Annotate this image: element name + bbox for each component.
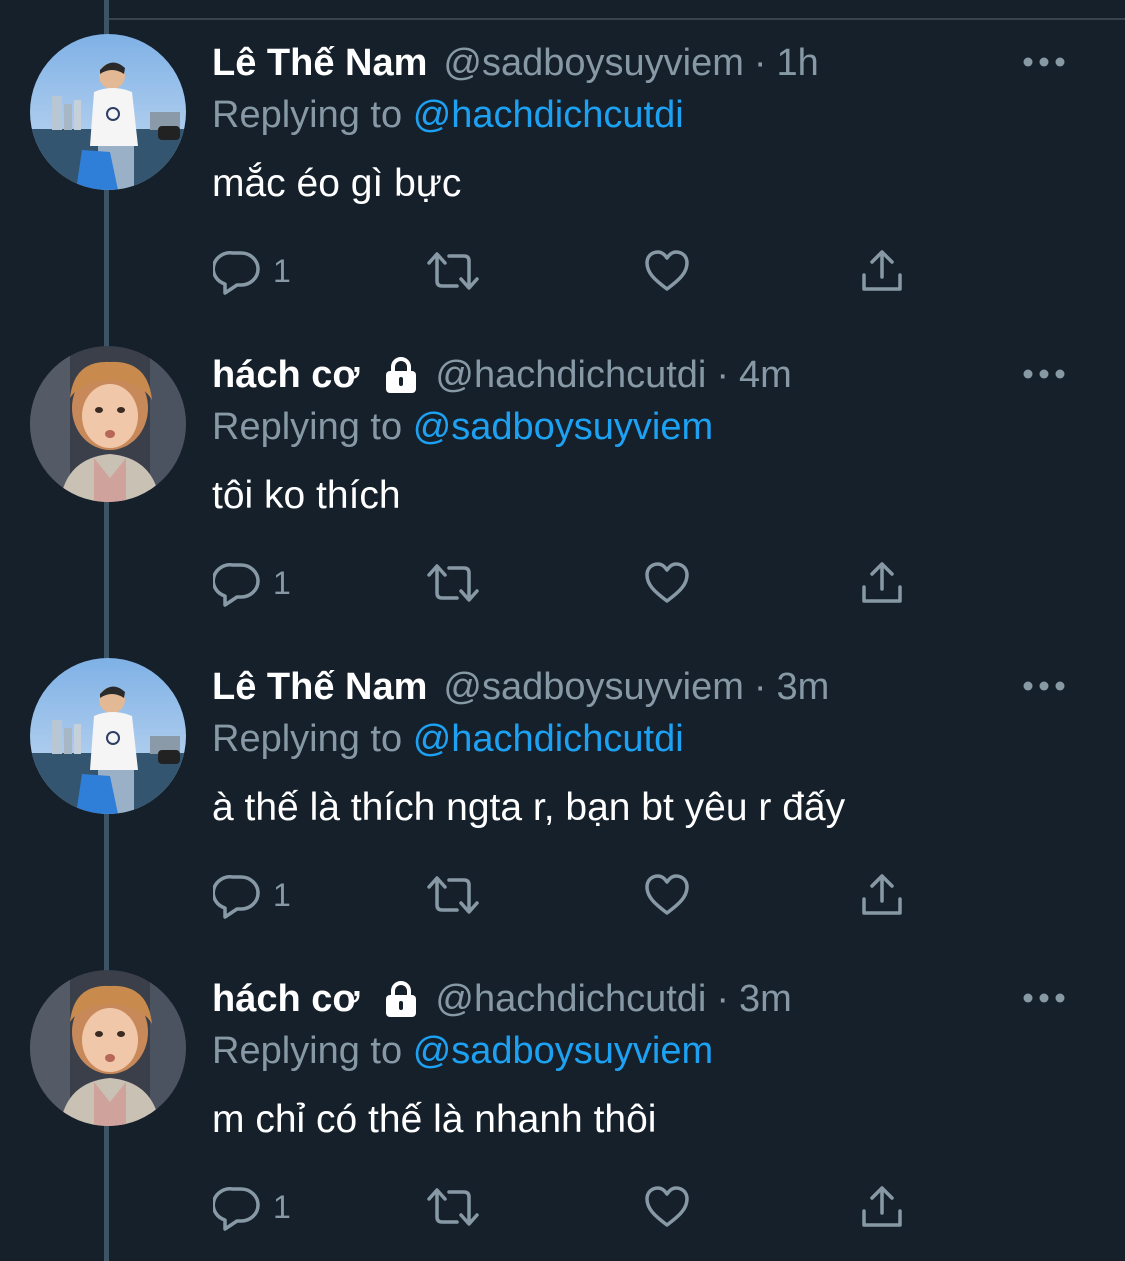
retweet-button[interactable] xyxy=(425,559,481,607)
avatar[interactable] xyxy=(30,346,186,502)
share-icon xyxy=(862,562,902,603)
mention-link[interactable]: @hachdichcutdi xyxy=(413,94,684,136)
mention-link[interactable]: @hachdichcutdi xyxy=(413,718,684,760)
lock-icon xyxy=(386,981,417,1017)
user-handle[interactable]: @sadboysuyviem xyxy=(443,662,743,712)
heart-icon xyxy=(645,250,689,291)
mention-link[interactable]: @sadboysuyviem xyxy=(413,1030,713,1072)
share-icon xyxy=(862,874,902,915)
avatar[interactable] xyxy=(30,658,186,814)
share-icon xyxy=(862,250,902,291)
reply-icon xyxy=(213,563,260,607)
tweet-text: m chỉ có thế là nhanh thôi xyxy=(212,1098,657,1141)
retweet-button[interactable] xyxy=(425,871,481,919)
heart-icon xyxy=(645,562,689,603)
more-options-icon[interactable] xyxy=(1022,988,1066,1008)
timestamp[interactable]: 3m xyxy=(739,974,792,1024)
like-button[interactable] xyxy=(643,1183,691,1231)
display-name[interactable]: Lê Thế Nam xyxy=(212,38,427,88)
display-name[interactable]: hách cơ xyxy=(212,350,359,400)
tweet[interactable]: hách cơ @hachdichcutdi · 3m Replying to … xyxy=(0,936,1125,1248)
mention-link[interactable]: @sadboysuyviem xyxy=(413,406,713,448)
user-handle[interactable]: @hachdichcutdi xyxy=(435,974,706,1024)
reply-count: 1 xyxy=(273,876,291,913)
share-icon xyxy=(862,1186,902,1227)
retweet-icon xyxy=(427,876,479,914)
share-button[interactable] xyxy=(858,247,906,295)
reply-button[interactable]: 1 xyxy=(213,247,291,295)
tweet[interactable]: Lê Thế Nam @sadboysuyviem · 3m Replying … xyxy=(0,624,1125,936)
reply-count: 1 xyxy=(273,1188,291,1225)
tweet-text: tôi ko thích xyxy=(212,474,401,517)
separator-dot: · xyxy=(716,978,730,1020)
share-button[interactable] xyxy=(858,559,906,607)
timestamp[interactable]: 1h xyxy=(777,38,819,88)
reply-button[interactable]: 1 xyxy=(213,559,291,607)
more-options-icon[interactable] xyxy=(1022,364,1066,384)
separator-dot: · xyxy=(753,666,767,708)
replying-to-line: Replying to @hachdichcutdi xyxy=(212,90,684,140)
replying-to-label: Replying to xyxy=(212,718,403,760)
replying-to-label: Replying to xyxy=(212,1030,403,1072)
reply-button[interactable]: 1 xyxy=(213,871,291,919)
avatar[interactable] xyxy=(30,970,186,1126)
like-button[interactable] xyxy=(643,247,691,295)
replying-to-line: Replying to @sadboysuyviem xyxy=(212,1026,713,1076)
share-button[interactable] xyxy=(858,1183,906,1231)
replying-to-line: Replying to @sadboysuyviem xyxy=(212,402,713,452)
separator-dot: · xyxy=(716,354,730,396)
heart-icon xyxy=(645,874,689,915)
share-button[interactable] xyxy=(858,871,906,919)
timestamp[interactable]: 3m xyxy=(777,662,830,712)
retweet-icon xyxy=(427,564,479,602)
avatar[interactable] xyxy=(30,34,186,190)
tweet-text: à thế là thích ngta r, bạn bt yêu r đấy xyxy=(212,786,846,829)
tweet[interactable]: hách cơ @hachdichcutdi · 4m Replying to … xyxy=(0,312,1125,624)
user-handle[interactable]: @hachdichcutdi xyxy=(435,350,706,400)
reply-count: 1 xyxy=(273,564,291,601)
display-name[interactable]: hách cơ xyxy=(212,974,359,1024)
lock-icon xyxy=(386,357,417,393)
retweet-button[interactable] xyxy=(425,1183,481,1231)
replying-to-line: Replying to @hachdichcutdi xyxy=(212,714,684,764)
reply-button[interactable]: 1 xyxy=(213,1183,291,1231)
tweet-header: Lê Thế Nam @sadboysuyviem · 1h xyxy=(212,38,819,88)
reply-icon xyxy=(213,1187,260,1231)
retweet-icon xyxy=(427,1188,479,1226)
reply-count: 1 xyxy=(273,252,291,289)
tweet-header: hách cơ @hachdichcutdi · 3m xyxy=(212,974,792,1024)
tweet-header: hách cơ @hachdichcutdi · 4m xyxy=(212,350,792,400)
reply-icon xyxy=(213,251,260,295)
tweet-header: Lê Thế Nam @sadboysuyviem · 3m xyxy=(212,662,829,712)
timestamp[interactable]: 4m xyxy=(739,350,792,400)
tweet[interactable]: Lê Thế Nam @sadboysuyviem · 1h Replying … xyxy=(0,0,1125,312)
more-options-icon[interactable] xyxy=(1022,676,1066,696)
heart-icon xyxy=(645,1186,689,1227)
user-handle[interactable]: @sadboysuyviem xyxy=(443,38,743,88)
separator-dot: · xyxy=(753,42,767,84)
like-button[interactable] xyxy=(643,559,691,607)
replying-to-label: Replying to xyxy=(212,94,403,136)
tweet-text: mắc éo gì bực xyxy=(212,162,462,205)
display-name[interactable]: Lê Thế Nam xyxy=(212,662,427,712)
more-options-icon[interactable] xyxy=(1022,52,1066,72)
retweet-icon xyxy=(427,252,479,290)
replying-to-label: Replying to xyxy=(212,406,403,448)
reply-icon xyxy=(213,875,260,919)
like-button[interactable] xyxy=(643,871,691,919)
retweet-button[interactable] xyxy=(425,247,481,295)
